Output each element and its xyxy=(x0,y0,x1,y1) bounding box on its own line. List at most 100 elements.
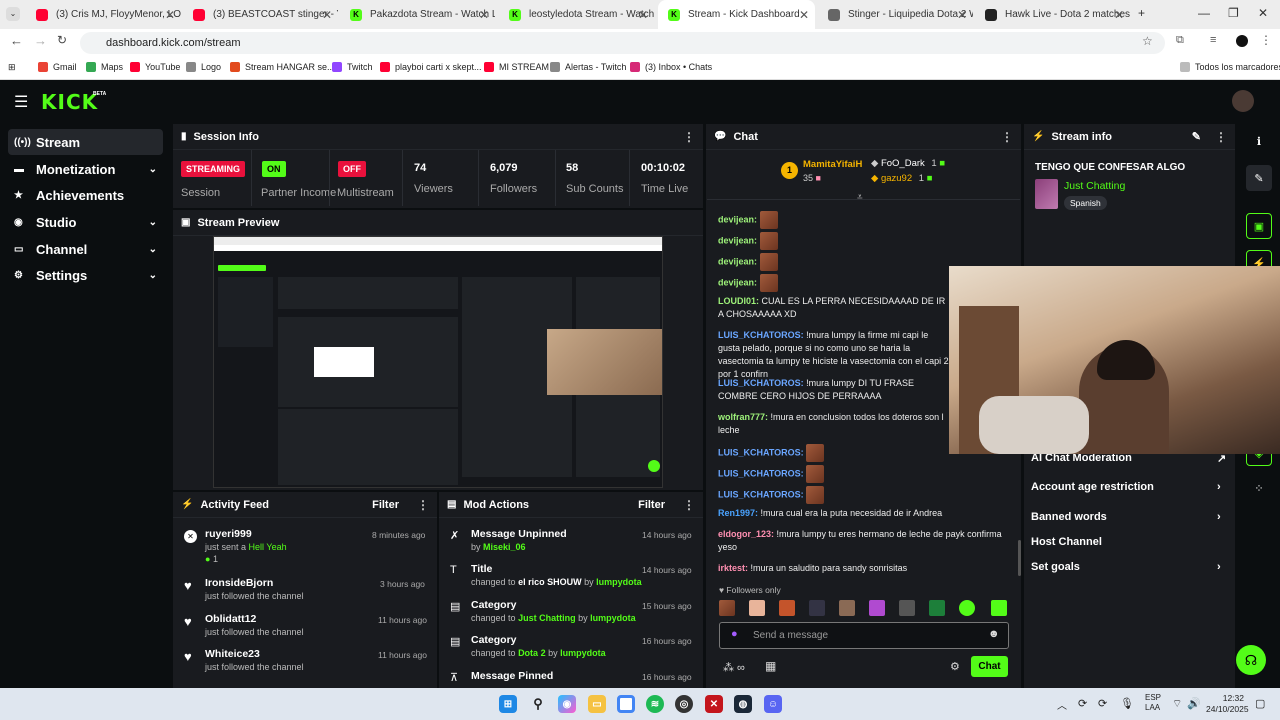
chat-username[interactable]: LUIS_KCHATOROS: xyxy=(718,489,804,499)
more-icon[interactable]: ⋮ xyxy=(683,498,695,512)
support-icon[interactable]: ☊ xyxy=(1236,645,1266,675)
kick-logo[interactable]: KICK xyxy=(41,90,98,114)
discord-icon[interactable]: ☺ xyxy=(764,695,782,713)
reload-icon[interactable]: ↻ xyxy=(57,33,67,47)
bookmark-item[interactable]: Alertas - Twitch xyxy=(550,62,626,72)
mod-action-user[interactable]: lumpydota xyxy=(596,577,642,587)
mod-action-user[interactable]: Miseki_06 xyxy=(483,542,526,552)
emote[interactable] xyxy=(719,600,735,616)
chat-username[interactable]: Ren1997: xyxy=(718,508,758,518)
store-icon[interactable]: ▦ xyxy=(765,659,776,673)
emote[interactable] xyxy=(749,600,765,616)
top-gifter-3[interactable]: ◆ gazu92 1 ■ xyxy=(871,173,932,184)
volume-icon[interactable]: 🔊 xyxy=(1187,697,1201,710)
more-icon[interactable]: ⋮ xyxy=(1001,130,1013,144)
bookmark-item[interactable]: Maps xyxy=(86,62,123,72)
chat-username[interactable]: LOUDI01: xyxy=(718,296,759,306)
menu-icon[interactable]: ⋮ xyxy=(1260,33,1272,47)
browser-tab[interactable]: (3) Cris MJ, FloyyMenor, LOUKI✕ xyxy=(26,0,181,29)
bookmark-item[interactable]: Logo xyxy=(186,62,221,72)
emote[interactable] xyxy=(991,600,1007,616)
close-window-icon[interactable]: ✕ xyxy=(1258,6,1268,20)
bookmark-item[interactable]: YouTube xyxy=(130,62,180,72)
top-gifter-2[interactable]: ◆ FoO_Dark 1 ■ xyxy=(871,158,945,169)
more-icon[interactable]: ⋮ xyxy=(417,498,429,512)
close-icon[interactable]: ✕ xyxy=(957,8,967,22)
edit-icon[interactable]: ✎ xyxy=(1246,165,1272,191)
category-link[interactable]: Just Chatting xyxy=(1064,180,1125,192)
sidebar-item-channel[interactable]: ▭ Channel ⌄ xyxy=(8,236,163,262)
spotify-icon[interactable]: ≋ xyxy=(646,695,664,713)
close-icon[interactable]: ✕ xyxy=(638,8,648,22)
emote[interactable] xyxy=(869,600,885,616)
emote[interactable] xyxy=(779,600,795,616)
close-icon[interactable]: ✕ xyxy=(479,8,489,22)
points-icon[interactable]: ⁂ ∞ xyxy=(723,661,745,674)
media-icon[interactable]: ≡ xyxy=(1210,34,1216,46)
new-tab-icon[interactable]: + xyxy=(1138,6,1145,20)
sidebar-item-settings[interactable]: ⚙ Settings ⌄ xyxy=(8,262,163,288)
emoji-icon[interactable]: ☻ xyxy=(988,628,1000,640)
mod-action-user[interactable]: lumpydota xyxy=(590,613,636,623)
chat-username[interactable]: LUIS_KCHATOROS: xyxy=(718,447,804,457)
filter-button[interactable]: Filter xyxy=(638,499,665,511)
bookmark-item[interactable]: playboi carti x skept... xyxy=(380,62,482,72)
mod-action-value[interactable]: Dota 2 xyxy=(518,648,546,658)
apps-icon[interactable]: ⊞ xyxy=(8,62,16,73)
browser-tab[interactable]: Stinger - Liquipedia Dota 2 Wi ✕ xyxy=(818,0,973,29)
layout-icon[interactable]: ▣ xyxy=(1246,213,1272,239)
file-explorer-icon[interactable]: ▭ xyxy=(588,695,606,713)
emote[interactable] xyxy=(959,600,975,616)
partner-badge[interactable]: ON xyxy=(262,161,286,177)
browser-tab[interactable]: (3) BEASTCOAST stinger - YouTu✕ xyxy=(183,0,338,29)
steam-icon[interactable]: ◍ xyxy=(734,695,752,713)
browser-tab[interactable]: Hawk Live - Dota 2 matches liv ✕ xyxy=(975,0,1130,29)
close-icon[interactable]: ✕ xyxy=(1114,8,1124,22)
chat-send-button[interactable]: Chat xyxy=(971,656,1008,677)
chat-username[interactable]: devijean: xyxy=(718,256,757,266)
chat-username[interactable]: LUIS_KCHATOROS: xyxy=(718,330,804,340)
forward-icon[interactable]: → xyxy=(34,33,47,48)
browser-tab-active[interactable]: K Stream - Kick Dashboard ✕ xyxy=(658,0,815,29)
search-icon[interactable]: ⚲ xyxy=(529,695,547,713)
chat-settings-icon[interactable]: ⚙ xyxy=(950,660,960,673)
close-icon[interactable]: ✕ xyxy=(165,8,175,22)
chat-username[interactable]: devijean: xyxy=(718,235,757,245)
hamburger-icon[interactable]: ☰ xyxy=(14,92,28,112)
more-icon[interactable]: ⋮ xyxy=(1215,130,1227,144)
chat-username[interactable]: wolfran777: xyxy=(718,412,768,422)
back-icon[interactable]: ← xyxy=(10,33,23,48)
collapse-icon[interactable]: ⩡ xyxy=(857,192,863,203)
windows-start-icon[interactable]: ⊞ xyxy=(499,695,517,713)
set-goals[interactable]: Set goals › xyxy=(1031,561,1221,573)
sidebar-item-stream[interactable]: ((•)) Stream xyxy=(8,129,163,155)
bookmark-item[interactable]: (3) Inbox • Chats xyxy=(630,62,712,72)
filter-button[interactable]: Filter xyxy=(372,499,399,511)
sidebar-item-achievements[interactable]: ★ Achievements xyxy=(8,182,163,208)
tray-icon[interactable]: ⟳ xyxy=(1098,697,1107,710)
url-field[interactable]: dashboard.kick.com/stream xyxy=(80,32,1165,54)
bookmark-item[interactable]: Gmail xyxy=(38,62,77,72)
avatar[interactable] xyxy=(1232,90,1254,112)
maximize-icon[interactable]: ❐ xyxy=(1228,6,1239,20)
info-icon[interactable]: ℹ xyxy=(1246,128,1272,154)
more-icon[interactable]: ⋮ xyxy=(683,130,695,144)
tray-arrow-icon[interactable]: ︿ xyxy=(1057,697,1067,712)
chat-username[interactable]: LUIS_KCHATOROS: xyxy=(718,378,804,388)
copilot-icon[interactable]: ◉ xyxy=(558,695,576,713)
wifi-icon[interactable]: ⌔ xyxy=(1172,697,1182,711)
close-icon[interactable]: ✕ xyxy=(322,8,332,22)
bookmark-item[interactable]: MI STREAM xyxy=(484,62,549,72)
bookmark-item[interactable]: Stream HANGAR se... xyxy=(230,62,335,72)
browser-tab[interactable]: KPakazdota Stream - Watch Live✕ xyxy=(340,0,495,29)
bookmark-item[interactable]: Twitch xyxy=(332,62,373,72)
all-bookmarks[interactable]: Todos los marcadores xyxy=(1180,62,1280,72)
chat-scrollbar[interactable] xyxy=(1018,540,1021,576)
tray-icon[interactable]: ⟳ xyxy=(1078,697,1087,710)
edit-icon[interactable]: ✎ xyxy=(1192,130,1201,143)
banned-words[interactable]: Banned words › xyxy=(1031,511,1221,523)
host-channel[interactable]: Host Channel xyxy=(1031,536,1102,548)
top-gifter-name[interactable]: MamitaYifaiH xyxy=(803,159,862,170)
chat-username[interactable]: eldogor_123: xyxy=(718,529,774,539)
mic-icon[interactable]: ● xyxy=(731,628,738,640)
